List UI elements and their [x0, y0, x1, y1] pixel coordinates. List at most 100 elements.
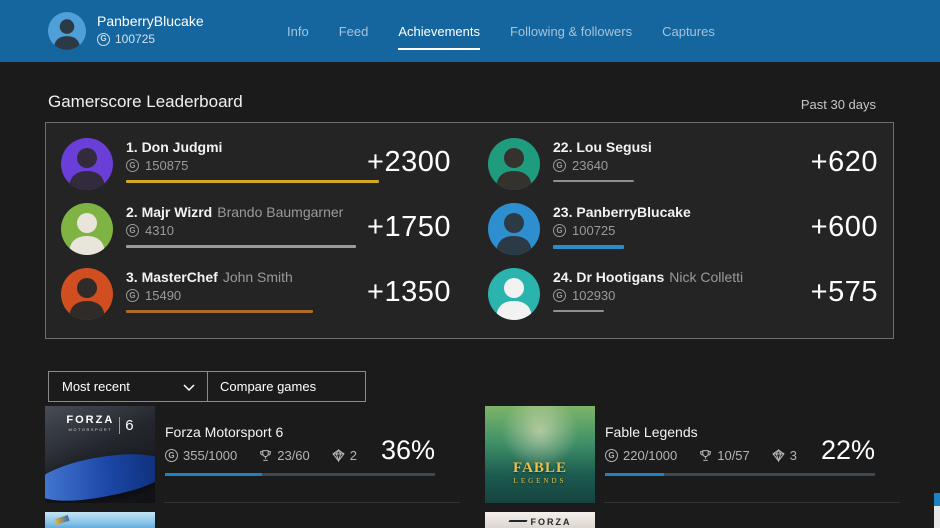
- tab-following-followers[interactable]: Following & followers: [510, 20, 632, 43]
- entry-score-row: 15490: [126, 288, 379, 303]
- achievements-value: 23/60: [277, 448, 310, 463]
- entry-name: 22. Lou Segusi: [553, 139, 806, 155]
- tab-feed[interactable]: Feed: [339, 20, 369, 43]
- compare-games-button[interactable]: Compare games: [207, 371, 366, 402]
- challenges-gem-icon: [332, 449, 345, 462]
- entry-score: 150875: [145, 158, 188, 173]
- forza-motorsport-6-cover[interactable]: FORZAMOTORSPORT 6: [45, 406, 155, 503]
- tab-info[interactable]: Info: [287, 20, 309, 43]
- gamertag: PanberryBlucake: [97, 13, 204, 29]
- avatar-bust-icon: [61, 268, 113, 320]
- gamerscore-icon: [126, 159, 139, 172]
- compare-games-label: Compare games: [220, 379, 316, 394]
- gamerscore-icon: [553, 224, 566, 237]
- entry-delta: +1750: [367, 211, 451, 244]
- identity-block: PanberryBlucake 100725: [97, 13, 204, 46]
- entry-score: 15490: [145, 288, 181, 303]
- blue-car-art: [45, 443, 155, 503]
- gamerscore-value: 220/1000: [623, 448, 677, 463]
- entry-name: 1. Don Judgmi: [126, 139, 379, 155]
- gamerscore-icon: [126, 289, 139, 302]
- next-game-cover-partial-right[interactable]: FORZA: [485, 512, 595, 528]
- gamerscore-stat: 355/1000: [165, 448, 237, 463]
- gamerscore-icon: [165, 449, 178, 462]
- next-game-cover-partial-left[interactable]: [45, 512, 155, 528]
- leaderboard-entry-2[interactable]: 2. Majr Wizrd Brando Baumgarner 4310 +175…: [61, 201, 451, 261]
- game-progress-fill: [165, 473, 262, 476]
- gamerscore-icon: [553, 159, 566, 172]
- gamerscore-icon: [97, 33, 110, 46]
- leaderboard-entry-24[interactable]: 24. Dr HootigansNick Colletti 102930 +57…: [488, 266, 878, 326]
- leaderboard-entry-1[interactable]: 1. Don Judgmi 150875 +2300: [61, 136, 451, 196]
- entry-info: 24. Dr HootigansNick Colletti 102930: [553, 269, 806, 312]
- page-title: Gamerscore Leaderboard: [48, 92, 243, 112]
- entry-progress-bar: [126, 180, 379, 183]
- entry-rank-name: 2. Majr Wizrd: [126, 204, 212, 220]
- entry-delta: +575: [811, 276, 878, 309]
- profile-tabs: Info Feed Achievements Following & follo…: [287, 0, 715, 62]
- gamerscore-icon: [605, 449, 618, 462]
- entry-score-row: 100725: [553, 223, 806, 238]
- avatar-bust-icon: [488, 138, 540, 190]
- entry-progress-bar: [553, 245, 624, 249]
- profile-avatar[interactable]: [48, 12, 86, 50]
- challenges-gem-icon: [772, 449, 785, 462]
- fable-logo: FABLE LEGENDS: [485, 460, 595, 485]
- game-progress-track: [165, 473, 435, 476]
- leaderboard-panel: 1. Don Judgmi 150875 +2300 2. Majr Wizrd…: [45, 122, 894, 339]
- avatar-bust-icon: [488, 203, 540, 255]
- game-row-forza-6[interactable]: Forza Motorsport 6 355/1000 23/60 2 36%: [165, 424, 435, 504]
- entry-score-row: 150875: [126, 158, 379, 173]
- fable-legends-cover[interactable]: FABLE LEGENDS: [485, 406, 595, 503]
- entry-name: 24. Dr HootigansNick Colletti: [553, 269, 806, 285]
- entry-avatar: [488, 268, 540, 320]
- leaderboard-entry-22[interactable]: 22. Lou Segusi 23640 +620: [488, 136, 878, 196]
- entry-info: 23. PanberryBlucake 100725: [553, 204, 806, 249]
- forza-logo-sub: MOTORSPORT: [66, 425, 114, 435]
- gamerscore-stat: 220/1000: [605, 448, 677, 463]
- profile-achievements-screen: PanberryBlucake 100725 Info Feed Achieve…: [0, 0, 940, 528]
- achievements-stat: 23/60: [259, 448, 310, 463]
- leaderboard-entry-23[interactable]: 23. PanberryBlucake 100725 +600: [488, 201, 878, 261]
- sort-dropdown-label: Most recent: [62, 379, 130, 394]
- entry-info: 1. Don Judgmi 150875: [126, 139, 379, 183]
- entry-name: 23. PanberryBlucake: [553, 204, 806, 220]
- challenges-stat: 3: [772, 448, 797, 463]
- avatar-bust-icon: [61, 138, 113, 190]
- leaderboard-entry-3[interactable]: 3. MasterChefJohn Smith 15490 +1350: [61, 266, 451, 326]
- entry-rank-name: 22. Lou Segusi: [553, 139, 652, 155]
- entry-delta: +600: [811, 211, 878, 244]
- challenges-value: 3: [790, 448, 797, 463]
- scrollbar-thumb[interactable]: [934, 506, 940, 528]
- avatar-bust-icon: [48, 12, 86, 50]
- entry-avatar: [61, 138, 113, 190]
- entry-progress-bar: [126, 245, 356, 248]
- top-bar: PanberryBlucake 100725 Info Feed Achieve…: [0, 0, 940, 62]
- entry-progress-bar: [126, 310, 313, 313]
- gamerscore-value: 355/1000: [183, 448, 237, 463]
- game-row-fable-legends[interactable]: Fable Legends 220/1000 10/57 3 22%: [605, 424, 875, 504]
- entry-score-row: 102930: [553, 288, 806, 303]
- achievements-stat: 10/57: [699, 448, 750, 463]
- achievements-value: 10/57: [717, 448, 750, 463]
- sort-dropdown[interactable]: Most recent: [48, 371, 208, 402]
- entry-rank-name: 23. PanberryBlucake: [553, 204, 691, 220]
- row-separator: [164, 502, 460, 503]
- fable-logo-text: FABLE: [485, 460, 595, 477]
- entry-name: 3. MasterChefJohn Smith: [126, 269, 379, 285]
- tab-achievements[interactable]: Achievements: [398, 20, 480, 43]
- gamerscore-value: 100725: [115, 32, 155, 46]
- entry-avatar: [61, 203, 113, 255]
- game-completion-percent: 22%: [821, 435, 875, 466]
- gamerscore-row: 100725: [97, 32, 204, 46]
- entry-progress-bar: [553, 310, 604, 312]
- entry-rank-name: 24. Dr Hootigans: [553, 269, 664, 285]
- entry-score: 4310: [145, 223, 174, 238]
- entry-score: 102930: [572, 288, 615, 303]
- entry-real-name: John Smith: [223, 269, 293, 285]
- tab-captures[interactable]: Captures: [662, 20, 715, 43]
- entry-score-row: 4310: [126, 223, 379, 238]
- entry-real-name: Brando Baumgarner: [217, 204, 343, 220]
- entry-delta: +620: [811, 146, 878, 179]
- forza-logo-number: 6: [119, 417, 133, 434]
